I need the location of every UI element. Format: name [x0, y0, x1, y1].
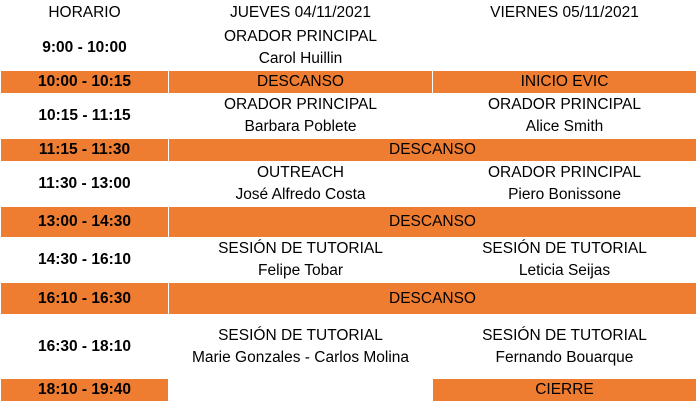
session-title: SESIÓN DE TUTORIAL — [218, 240, 383, 257]
time-cell: 16:10 - 16:30 — [0, 282, 169, 315]
schedule-row: 10:15 - 11:15 ORADOR PRINCIPAL Barbara P… — [0, 93, 696, 139]
session-title: SESIÓN DE TUTORIAL — [482, 326, 647, 344]
session-title: SESIÓN DE TUTORIAL — [218, 326, 383, 344]
time-cell: 13:00 - 14:30 — [0, 206, 169, 238]
session-speaker: Carol Huillin — [258, 50, 343, 67]
thursday-session: SESIÓN DE TUTORIAL Felipe Tobar — [168, 237, 433, 283]
session-title: ORADOR PRINCIPAL — [487, 96, 642, 113]
friday-session: SESIÓN DE TUTORIAL Leticia Seijas — [432, 237, 696, 283]
session-title: SESIÓN DE TUTORIAL — [482, 240, 647, 257]
thursday-session: SESIÓN DE TUTORIAL Marie Gonzales - Carl… — [168, 314, 433, 379]
session-speaker: Leticia Seijas — [518, 262, 611, 279]
schedule-row: 11:30 - 13:00 OUTREACH José Alfredo Cost… — [0, 161, 696, 207]
session-speaker: Marie Gonzales - Carlos Molina — [191, 348, 410, 366]
session-title: ORADOR PRINCIPAL — [487, 164, 642, 181]
header-thursday: JUEVES 04/11/2021 — [168, 0, 433, 26]
schedule-row: 10:00 - 10:15 DESCANSO INICIO EVIC — [0, 70, 696, 94]
schedule-row: 13:00 - 14:30 DESCANSO — [0, 206, 696, 238]
time-cell: 18:10 - 19:40 — [0, 378, 169, 402]
break-cell: DESCANSO — [168, 282, 696, 315]
schedule-row: 16:30 - 18:10 SESIÓN DE TUTORIAL Marie G… — [0, 314, 696, 379]
thursday-session: ORADOR PRINCIPAL Carol Huillin — [168, 25, 433, 71]
header-row: HORARIO JUEVES 04/11/2021 VIERNES 05/11/… — [0, 0, 696, 26]
break-cell: DESCANSO — [168, 138, 696, 162]
session-speaker: José Alfredo Costa — [235, 186, 366, 203]
time-cell: 14:30 - 16:10 — [0, 237, 169, 283]
time-cell: 9:00 - 10:00 — [0, 25, 169, 71]
thursday-break: DESCANSO — [168, 70, 433, 94]
session-speaker: Felipe Tobar — [257, 262, 343, 279]
session-speaker: Piero Bonissone — [508, 186, 621, 203]
friday-opening: INICIO EVIC — [432, 70, 696, 94]
schedule-table: HORARIO JUEVES 04/11/2021 VIERNES 05/11/… — [0, 0, 696, 402]
schedule-row: 9:00 - 10:00 ORADOR PRINCIPAL Carol Huil… — [0, 25, 696, 71]
header-friday: VIERNES 05/11/2021 — [432, 0, 696, 26]
friday-closing: CIERRE — [432, 378, 696, 402]
schedule-row: 14:30 - 16:10 SESIÓN DE TUTORIAL Felipe … — [0, 237, 696, 283]
friday-session: SESIÓN DE TUTORIAL Fernando Bouarque — [432, 314, 696, 379]
break-cell: DESCANSO — [168, 206, 696, 238]
thursday-session: ORADOR PRINCIPAL Barbara Poblete — [168, 93, 433, 139]
session-title: ORADOR PRINCIPAL — [223, 96, 378, 113]
time-cell: 11:30 - 13:00 — [0, 161, 169, 207]
time-cell: 10:15 - 11:15 — [0, 93, 169, 139]
thursday-empty — [168, 378, 433, 402]
session-title: ORADOR PRINCIPAL — [223, 28, 378, 45]
friday-session: ORADOR PRINCIPAL Alice Smith — [432, 93, 696, 139]
session-speaker: Fernando Bouarque — [495, 348, 634, 366]
schedule-row: 16:10 - 16:30 DESCANSO — [0, 282, 696, 315]
time-cell: 10:00 - 10:15 — [0, 70, 169, 94]
session-speaker: Alice Smith — [525, 118, 604, 135]
session-speaker: Barbara Poblete — [244, 118, 357, 135]
schedule-row: 11:15 - 11:30 DESCANSO — [0, 138, 696, 162]
friday-session-empty — [432, 25, 696, 71]
header-time: HORARIO — [0, 0, 169, 26]
time-cell: 11:15 - 11:30 — [0, 138, 169, 162]
time-cell: 16:30 - 18:10 — [0, 314, 169, 379]
session-title: OUTREACH — [257, 164, 344, 181]
schedule-row: 18:10 - 19:40 CIERRE — [0, 378, 696, 402]
thursday-session: OUTREACH José Alfredo Costa — [168, 161, 433, 207]
friday-session: ORADOR PRINCIPAL Piero Bonissone — [432, 161, 696, 207]
